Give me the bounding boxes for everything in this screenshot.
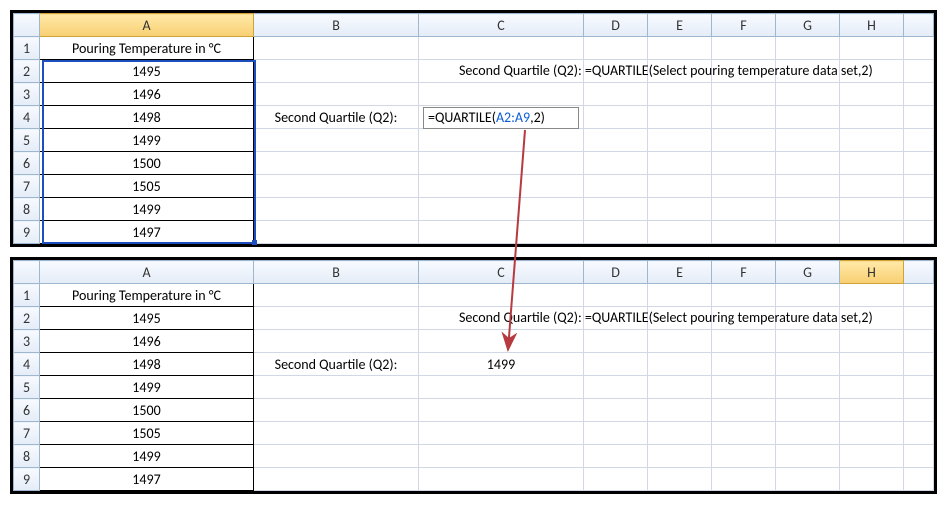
- cell-B4[interactable]: Second Quartile (Q2):: [254, 106, 419, 129]
- cell-A4[interactable]: 1498: [40, 353, 254, 376]
- row-head-5[interactable]: 5: [14, 129, 40, 152]
- excel-panel-after: A B C D E F G H 1 Pouring Temperature in…: [10, 257, 937, 494]
- cell-C4-result[interactable]: 1499: [419, 353, 584, 376]
- cell-A7[interactable]: 1505: [40, 422, 254, 445]
- cell-D1[interactable]: [584, 37, 648, 60]
- row-head-9[interactable]: 9: [14, 468, 40, 491]
- cell-A9[interactable]: 1497: [40, 221, 254, 244]
- row-head-3[interactable]: 3: [14, 83, 40, 106]
- col-head-overflow[interactable]: [904, 14, 934, 37]
- cell-C2-explain[interactable]: Second Quartile (Q2): =QUARTILE(Select p…: [419, 307, 584, 330]
- cell-A3[interactable]: 1496: [40, 330, 254, 353]
- row-head-4[interactable]: 4: [14, 353, 40, 376]
- col-head-H[interactable]: H: [840, 14, 904, 37]
- cell-C2-explain[interactable]: Second Quartile (Q2): =QUARTILE(Select p…: [419, 60, 584, 83]
- select-all-corner[interactable]: [14, 14, 40, 37]
- cell-C1[interactable]: [419, 37, 584, 60]
- cell-A8[interactable]: 1499: [40, 198, 254, 221]
- col-head-B[interactable]: B: [254, 14, 419, 37]
- row-head-8[interactable]: 8: [14, 445, 40, 468]
- row-head-1[interactable]: 1: [14, 284, 40, 307]
- col-head-A[interactable]: A: [40, 261, 254, 284]
- formula-range-ref: A2:A9: [496, 109, 530, 126]
- cell-A7[interactable]: 1505: [40, 175, 254, 198]
- cell-E1[interactable]: [648, 37, 712, 60]
- row-head-3[interactable]: 3: [14, 330, 40, 353]
- row-head-1[interactable]: 1: [14, 37, 40, 60]
- cell-A6[interactable]: 1500: [40, 152, 254, 175]
- select-all-corner[interactable]: [14, 261, 40, 284]
- cell-A4[interactable]: 1498: [40, 106, 254, 129]
- col-head-B[interactable]: B: [254, 261, 419, 284]
- cell-B2[interactable]: [254, 60, 419, 83]
- col-head-C[interactable]: C: [419, 261, 584, 284]
- col-head-D[interactable]: D: [584, 261, 648, 284]
- cell-A5[interactable]: 1499: [40, 376, 254, 399]
- col-head-G[interactable]: G: [776, 261, 840, 284]
- cell-A5[interactable]: 1499: [40, 129, 254, 152]
- row-head-2[interactable]: 2: [14, 307, 40, 330]
- cell-G1[interactable]: [776, 37, 840, 60]
- row-head-7[interactable]: 7: [14, 422, 40, 445]
- cell-A9[interactable]: 1497: [40, 468, 254, 491]
- row-head-8[interactable]: 8: [14, 198, 40, 221]
- row-head-6[interactable]: 6: [14, 399, 40, 422]
- cell-A1[interactable]: Pouring Temperature in °C: [40, 284, 254, 307]
- cell-A2[interactable]: 1495: [40, 60, 254, 83]
- cell-A3[interactable]: 1496: [40, 83, 254, 106]
- explain-text-top: Second Quartile (Q2): =QUARTILE(Select p…: [459, 62, 873, 79]
- col-head-A[interactable]: A: [40, 14, 254, 37]
- cell-B1[interactable]: [254, 37, 419, 60]
- formula-suffix: ,2): [530, 109, 545, 126]
- formula-edit-overlay[interactable]: =QUARTILE(A2:A9,2): [423, 107, 579, 129]
- explain-text-bottom: Second Quartile (Q2): =QUARTILE(Select p…: [459, 309, 873, 326]
- col-head-G[interactable]: G: [776, 14, 840, 37]
- cell-A6[interactable]: 1500: [40, 399, 254, 422]
- row-head-9[interactable]: 9: [14, 221, 40, 244]
- col-head-C[interactable]: C: [419, 14, 584, 37]
- row-head-5[interactable]: 5: [14, 376, 40, 399]
- col-head-F[interactable]: F: [712, 14, 776, 37]
- cell-A2[interactable]: 1495: [40, 307, 254, 330]
- col-head-overflow[interactable]: [904, 261, 934, 284]
- col-head-E[interactable]: E: [648, 14, 712, 37]
- cell-B4[interactable]: Second Quartile (Q2):: [254, 353, 419, 376]
- formula-prefix: =QUARTILE(: [428, 109, 496, 126]
- excel-panel-before: A B C D E F G H 1 Pouring Temperature in…: [10, 10, 937, 247]
- col-head-E[interactable]: E: [648, 261, 712, 284]
- cell-A1[interactable]: Pouring Temperature in °C: [40, 37, 254, 60]
- row-head-4[interactable]: 4: [14, 106, 40, 129]
- cell-A8[interactable]: 1499: [40, 445, 254, 468]
- row-head-2[interactable]: 2: [14, 60, 40, 83]
- col-head-F[interactable]: F: [712, 261, 776, 284]
- cell-F1[interactable]: [712, 37, 776, 60]
- cell-H1[interactable]: [840, 37, 904, 60]
- row-head-7[interactable]: 7: [14, 175, 40, 198]
- spreadsheet-grid-bottom[interactable]: A B C D E F G H 1 Pouring Temperature in…: [13, 260, 934, 491]
- col-head-D[interactable]: D: [584, 14, 648, 37]
- row-head-6[interactable]: 6: [14, 152, 40, 175]
- figure-stage: A B C D E F G H 1 Pouring Temperature in…: [10, 10, 937, 494]
- col-head-H[interactable]: H: [840, 261, 904, 284]
